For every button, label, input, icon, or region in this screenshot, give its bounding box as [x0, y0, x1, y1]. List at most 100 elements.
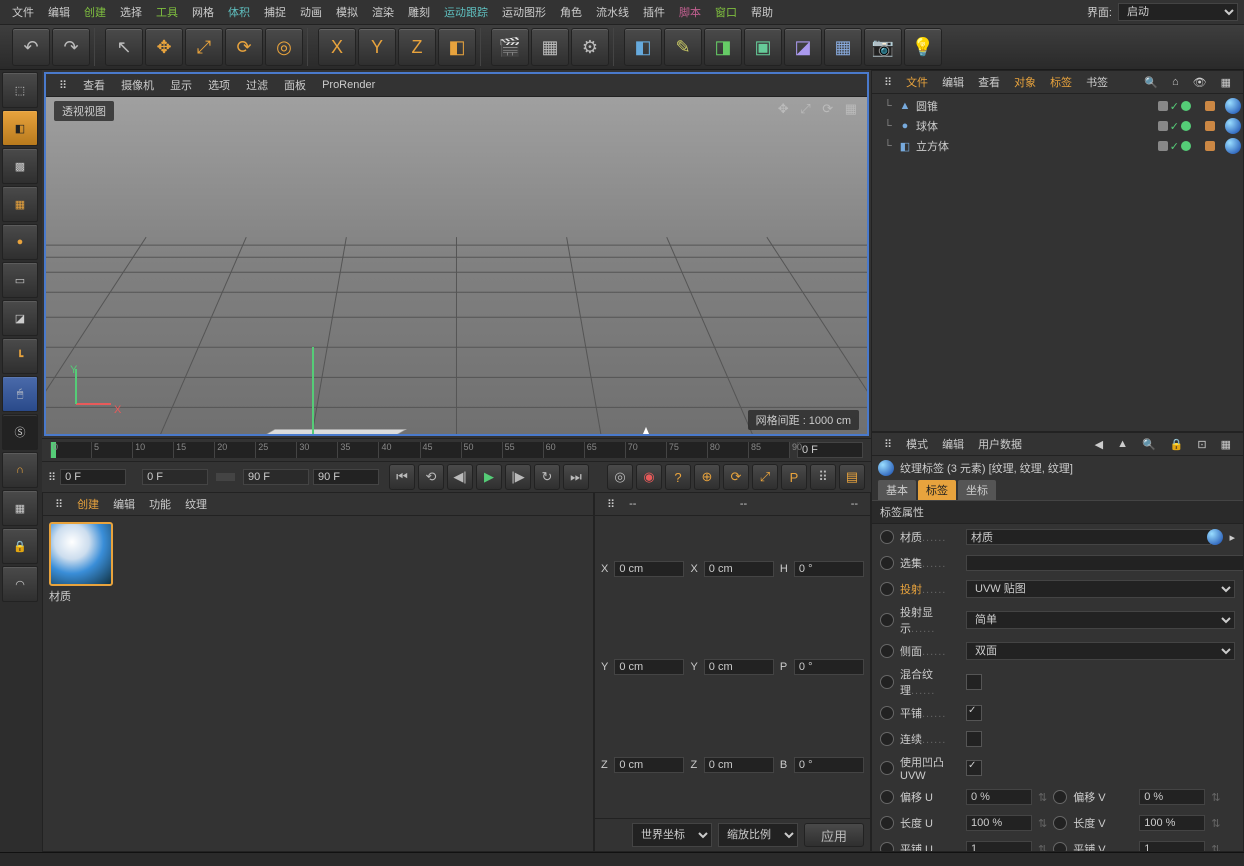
magnet-icon[interactable]: ∩ — [2, 452, 38, 488]
attr-tab-坐标[interactable]: 坐标 — [958, 480, 996, 500]
scale-mode-select[interactable]: 缩放比例 — [718, 823, 798, 847]
texture-icon[interactable]: ▩ — [2, 148, 38, 184]
x-axis-icon[interactable]: X — [318, 28, 356, 66]
obj-menu-文件[interactable]: 文件 — [900, 73, 934, 91]
light-icon[interactable]: 💡 — [904, 28, 942, 66]
attr-toolbar-icon[interactable]: ▦ — [1215, 437, 1237, 452]
rotate-icon[interactable]: ⟳ — [225, 28, 263, 66]
axis-tool-icon[interactable]: ┗ — [2, 338, 38, 374]
menu-工具[interactable]: 工具 — [150, 2, 184, 22]
mat-menu-编辑[interactable]: 编辑 — [107, 495, 141, 513]
snap-icon[interactable]: Ⓢ — [2, 414, 38, 450]
attr-toolbar-icon[interactable]: 🔍 — [1136, 437, 1162, 452]
render-settings-icon[interactable]: ⚙ — [571, 28, 609, 66]
enable-dot[interactable] — [1181, 141, 1191, 151]
menu-模拟[interactable]: 模拟 — [330, 2, 364, 22]
deformer-icon[interactable]: ◪ — [784, 28, 822, 66]
menu-流水线[interactable]: 流水线 — [590, 2, 635, 22]
coord-field[interactable] — [704, 757, 774, 773]
obj-menu-查看[interactable]: 查看 — [972, 73, 1006, 91]
anim-radio[interactable] — [880, 675, 894, 689]
attr-menu-编辑[interactable]: 编辑 — [936, 435, 970, 453]
menu-动画[interactable]: 动画 — [294, 2, 328, 22]
attr-menu-模式[interactable]: 模式 — [900, 435, 934, 453]
cone-object[interactable] — [586, 427, 706, 434]
texture-tag-icon[interactable] — [1225, 118, 1241, 134]
expand-icon[interactable]: └ — [884, 100, 894, 112]
grip-icon[interactable]: ⠿ — [878, 75, 898, 90]
attr-check-seam[interactable] — [966, 731, 982, 747]
anim-radio[interactable] — [880, 842, 894, 851]
menu-插件[interactable]: 插件 — [637, 2, 671, 22]
model-icon[interactable]: ◧ — [2, 110, 38, 146]
grip-icon[interactable]: ⠿ — [48, 471, 56, 484]
coord-field[interactable] — [794, 561, 864, 577]
mat-menu-功能[interactable]: 功能 — [143, 495, 177, 513]
vp-menu-选项[interactable]: 选项 — [201, 76, 237, 94]
pen-icon[interactable]: ✎ — [664, 28, 702, 66]
z-axis-icon[interactable]: Z — [398, 28, 436, 66]
camera-icon[interactable]: 📷 — [864, 28, 902, 66]
anim-radio[interactable] — [1053, 790, 1067, 804]
edge-icon[interactable]: ▭ — [2, 262, 38, 298]
key-dots-icon[interactable]: ⠿ — [810, 464, 836, 490]
menu-体积[interactable]: 体积 — [222, 2, 256, 22]
menu-文件[interactable]: 文件 — [6, 2, 40, 22]
key-scale-icon[interactable]: ⤢ — [752, 464, 778, 490]
render-dot[interactable] — [1205, 101, 1215, 111]
attr-check-mix[interactable] — [966, 674, 982, 690]
key-rot-icon[interactable]: ⟳ — [723, 464, 749, 490]
vp-menu-面板[interactable]: 面板 — [277, 76, 313, 94]
attr-field[interactable] — [966, 815, 1032, 831]
attr-tab-基本[interactable]: 基本 — [878, 480, 916, 500]
vp-menu-摄像机[interactable]: 摄像机 — [114, 76, 161, 94]
attr-field[interactable] — [966, 789, 1032, 805]
workplane2-icon[interactable]: ▦ — [2, 490, 38, 526]
record-icon[interactable]: ⟲ — [418, 464, 444, 490]
render-dot[interactable] — [1205, 121, 1215, 131]
menu-捕捉[interactable]: 捕捉 — [258, 2, 292, 22]
vp-menu-显示[interactable]: 显示 — [163, 76, 199, 94]
timeline[interactable]: 051015202530354045505560657075808590 — [42, 438, 871, 461]
object-name[interactable]: 立方体 — [916, 138, 1154, 154]
visibility-icon[interactable]: ✓ — [1170, 120, 1179, 133]
grip-icon[interactable]: ⠿ — [878, 437, 898, 452]
generator-icon[interactable]: ▣ — [744, 28, 782, 66]
mouse-icon[interactable]: 🖱 — [2, 376, 38, 412]
anim-radio[interactable] — [880, 582, 894, 596]
attr-field[interactable] — [1139, 789, 1205, 805]
coord-field[interactable] — [704, 561, 774, 577]
material-name[interactable]: 材质 — [49, 588, 113, 604]
autokey-icon[interactable]: ◎ — [607, 464, 633, 490]
obj-toolbar-icon[interactable]: ⌂ — [1166, 75, 1185, 89]
layer-dot[interactable] — [1158, 121, 1168, 131]
visibility-icon[interactable]: ✓ — [1170, 140, 1179, 153]
obj-menu-书签[interactable]: 书签 — [1080, 73, 1114, 91]
layout-select[interactable]: 启动 — [1118, 3, 1238, 21]
attr-field[interactable] — [1139, 815, 1205, 831]
attr-toolbar-icon[interactable]: ⊡ — [1191, 437, 1212, 452]
attr-field[interactable] — [1139, 841, 1205, 851]
anim-radio[interactable] — [880, 530, 894, 544]
arrow-icon[interactable]: ▸ — [1229, 531, 1235, 544]
menu-创建[interactable]: 创建 — [78, 2, 112, 22]
enable-dot[interactable] — [1181, 121, 1191, 131]
scale-icon[interactable]: ⤢ — [185, 28, 223, 66]
attr-field-sel[interactable] — [966, 555, 1243, 571]
attr-select-proj[interactable]: UVW 贴图 — [966, 580, 1235, 598]
grip-icon[interactable]: ⠿ — [52, 78, 74, 93]
key-rec-icon[interactable]: ◉ — [636, 464, 662, 490]
coord-field[interactable] — [704, 659, 774, 675]
render-region-icon[interactable]: ▦ — [531, 28, 569, 66]
nurbs-icon[interactable]: ◨ — [704, 28, 742, 66]
layer-dot[interactable] — [1158, 141, 1168, 151]
vp-menu-ProRender[interactable]: ProRender — [315, 78, 382, 92]
menu-编辑[interactable]: 编辑 — [42, 2, 76, 22]
goto-start-icon[interactable]: ⏮ — [389, 464, 415, 490]
loop-start-field[interactable] — [142, 469, 208, 485]
workplane-icon[interactable]: ▦ — [2, 186, 38, 222]
timeline-current-field[interactable] — [797, 442, 863, 458]
coord-sys-icon[interactable]: ◧ — [438, 28, 476, 66]
menu-脚本[interactable]: 脚本 — [673, 2, 707, 22]
menu-渲染[interactable]: 渲染 — [366, 2, 400, 22]
